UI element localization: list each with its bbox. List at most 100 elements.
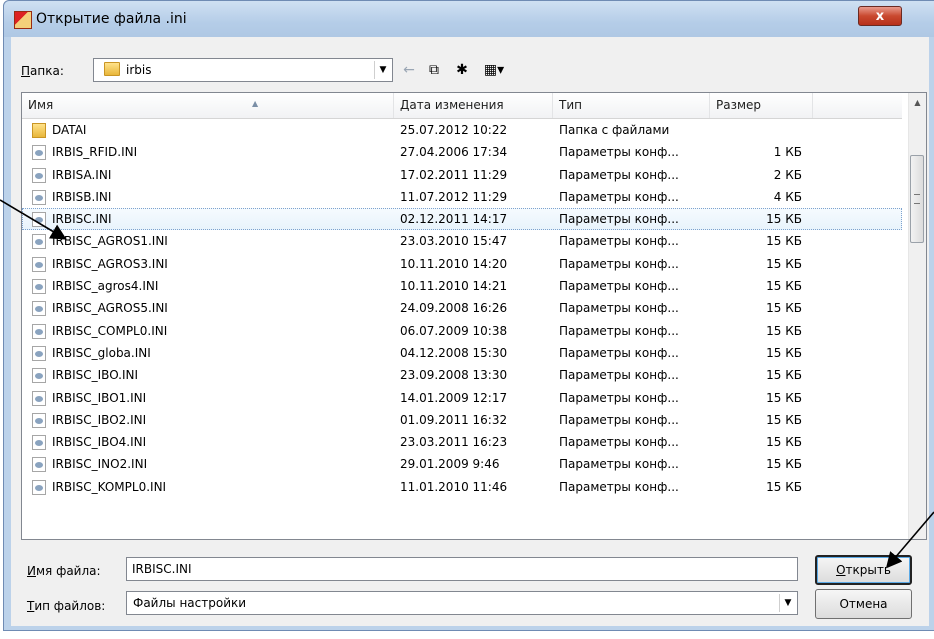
- column-header-size[interactable]: Размер: [710, 93, 813, 118]
- filetype-value: Файлы настройки: [133, 596, 247, 610]
- file-row[interactable]: IRBISC_agros4.INI 10.11.2010 14:21 Парамет…: [22, 275, 902, 297]
- file-type: Параметры конф...: [559, 457, 679, 472]
- file-type: Параметры конф...: [559, 279, 679, 294]
- file-date: 11.01.2010 11:46: [400, 479, 508, 494]
- open-button[interactable]: Открыть: [815, 555, 912, 585]
- filetype-label-text: ип файлов:: [34, 599, 106, 613]
- file-name: IRBISC_globa.INI: [52, 345, 151, 360]
- file-type: Параметры конф...: [559, 167, 679, 182]
- file-date: 06.07.2009 10:38: [400, 323, 508, 338]
- file-size: 15 КБ: [766, 368, 802, 383]
- file-name: IRBISC_agros4.INI: [52, 279, 159, 294]
- file-row[interactable]: IRBISC.INI 02.12.2011 14:17 Параметры конф…: [22, 208, 902, 231]
- lookin-value: irbis: [126, 63, 152, 77]
- scroll-grip-icon: [914, 194, 920, 204]
- title-bar[interactable]: Открытие файла .ini x: [4, 1, 934, 37]
- file-row[interactable]: DATAI 25.07.2012 10:22 Папка с файлами: [22, 119, 902, 141]
- file-name: IRBISC_IBO1.INI: [52, 390, 147, 405]
- file-type: Параметры конф...: [559, 145, 679, 160]
- new-folder-icon[interactable]: ✱: [451, 60, 473, 80]
- window-title: Открытие файла .ini: [36, 11, 187, 27]
- file-date: 10.11.2010 14:21: [400, 279, 508, 294]
- file-size: 1 КБ: [773, 145, 802, 160]
- file-list[interactable]: Имя ▲ Дата изменения Тип Размер DATAI 25.0…: [21, 92, 927, 540]
- file-type: Параметры конф...: [559, 435, 679, 450]
- settings-file-icon: [32, 390, 46, 406]
- file-row[interactable]: IRBISC_KOMPL0.INI 11.01.2010 11:46 Парамет…: [22, 476, 902, 498]
- filetype-label: Тип файлов:: [27, 599, 105, 613]
- file-row[interactable]: IRBISC_AGROS5.INI 24.09.2008 16:26 Парамет…: [22, 297, 902, 319]
- file-type: Параметры конф...: [559, 390, 679, 405]
- file-row[interactable]: IRBISC_IBO1.INI 14.01.2009 12:17 Параметры…: [22, 387, 902, 409]
- open-button-label: ткрыть: [845, 563, 891, 577]
- file-row[interactable]: IRBISC_IBO2.INI 01.09.2011 16:32 Параметры…: [22, 409, 902, 431]
- file-size: 15 КБ: [766, 390, 802, 405]
- settings-file-icon: [32, 256, 46, 272]
- lookin-label-hotkey: П: [21, 64, 31, 78]
- file-name: IRBISB.INI: [52, 189, 112, 204]
- file-row[interactable]: IRBISC_AGROS3.INI 10.11.2010 14:20 Парамет…: [22, 253, 902, 275]
- file-row[interactable]: IRBISC_COMPL0.INI 06.07.2009 10:38 Парамет…: [22, 320, 902, 342]
- settings-file-icon: [32, 279, 46, 295]
- column-header-date[interactable]: Дата изменения: [394, 93, 553, 118]
- sort-ascending-icon: ▲: [252, 99, 259, 108]
- filetype-dropdown[interactable]: Файлы настройки ▼: [126, 591, 798, 615]
- file-size: 2 КБ: [773, 167, 802, 182]
- file-row[interactable]: IRBISC_AGROS1.INI 23.03.2010 15:47 Парамет…: [22, 230, 902, 252]
- settings-file-icon: [32, 345, 46, 361]
- file-size: 15 КБ: [766, 345, 802, 360]
- settings-file-icon: [32, 167, 46, 183]
- file-date: 23.03.2010 15:47: [400, 234, 508, 249]
- settings-file-icon: [32, 435, 46, 451]
- file-size: 4 КБ: [773, 189, 802, 204]
- file-row[interactable]: IRBISC_INO2.INI 29.01.2009 9:46 Параметры …: [22, 453, 902, 475]
- cancel-button[interactable]: Отмена: [815, 589, 912, 619]
- file-row[interactable]: IRBISC_IBO.INI 23.09.2008 13:30 Параметры …: [22, 364, 902, 386]
- file-date: 29.01.2009 9:46: [400, 457, 500, 472]
- file-name: IRBISC_AGROS3.INI: [52, 256, 168, 271]
- file-row[interactable]: IRBIS_RFID.INI 27.04.2006 17:34 Параметры …: [22, 141, 902, 163]
- file-size: 15 КБ: [766, 435, 802, 450]
- filename-label-text: мя файла:: [35, 564, 101, 578]
- file-row[interactable]: IRBISB.INI 11.07.2012 11:29 Параметры конф…: [22, 186, 902, 208]
- file-name: IRBISA.INI: [52, 167, 112, 182]
- lookin-label: Папка:: [21, 64, 64, 78]
- file-name: IRBISC_KOMPL0.INI: [52, 479, 167, 494]
- file-row[interactable]: IRBISC_IBO4.INI 23.03.2011 16:23 Параметры…: [22, 431, 902, 453]
- back-arrow-icon[interactable]: ←: [401, 60, 417, 80]
- folder-up-icon[interactable]: ⧉: [423, 60, 445, 80]
- file-name: IRBISC.INI: [52, 212, 112, 227]
- filename-label: Имя файла:: [27, 564, 101, 578]
- file-size: 15 КБ: [766, 323, 802, 338]
- file-size: 15 КБ: [766, 256, 802, 271]
- close-button[interactable]: x: [858, 6, 902, 26]
- file-type: Параметры конф...: [559, 256, 679, 271]
- file-row[interactable]: IRBISA.INI 17.02.2011 11:29 Параметры конф…: [22, 164, 902, 186]
- file-date: 04.12.2008 15:30: [400, 345, 508, 360]
- file-name: IRBISC_IBO4.INI: [52, 435, 147, 450]
- vertical-scrollbar[interactable]: ▲: [908, 93, 926, 539]
- settings-file-icon: [32, 212, 46, 228]
- column-header-name[interactable]: Имя ▲: [22, 93, 394, 118]
- file-row[interactable]: IRBISC_globa.INI 04.12.2008 15:30 Параметр…: [22, 342, 902, 364]
- column-header: Имя ▲ Дата изменения Тип Размер: [22, 93, 902, 119]
- views-menu-icon[interactable]: ▦▾: [479, 60, 509, 80]
- chevron-down-icon[interactable]: ▼: [374, 61, 391, 79]
- filename-input[interactable]: IRBISC.INI: [126, 557, 798, 581]
- column-header-type[interactable]: Тип: [553, 93, 710, 118]
- file-size: 15 КБ: [766, 234, 802, 249]
- scroll-up-icon[interactable]: ▲: [909, 95, 926, 111]
- settings-file-icon: [32, 189, 46, 205]
- file-date: 11.07.2012 11:29: [400, 189, 508, 204]
- file-size: 15 КБ: [766, 279, 802, 294]
- file-name: IRBISC_INO2.INI: [52, 457, 148, 472]
- scrollbar-thumb[interactable]: [910, 155, 924, 243]
- chevron-down-icon[interactable]: ▼: [779, 594, 796, 612]
- lookin-dropdown[interactable]: irbis ▼: [93, 58, 393, 82]
- open-button-hotkey: О: [836, 563, 846, 577]
- file-name: IRBISC_IBO2.INI: [52, 412, 147, 427]
- file-name: IRBIS_RFID.INI: [52, 145, 138, 160]
- filename-label-hotkey: И: [27, 564, 36, 578]
- folder-icon: [104, 62, 120, 76]
- file-date: 24.09.2008 16:26: [400, 301, 508, 316]
